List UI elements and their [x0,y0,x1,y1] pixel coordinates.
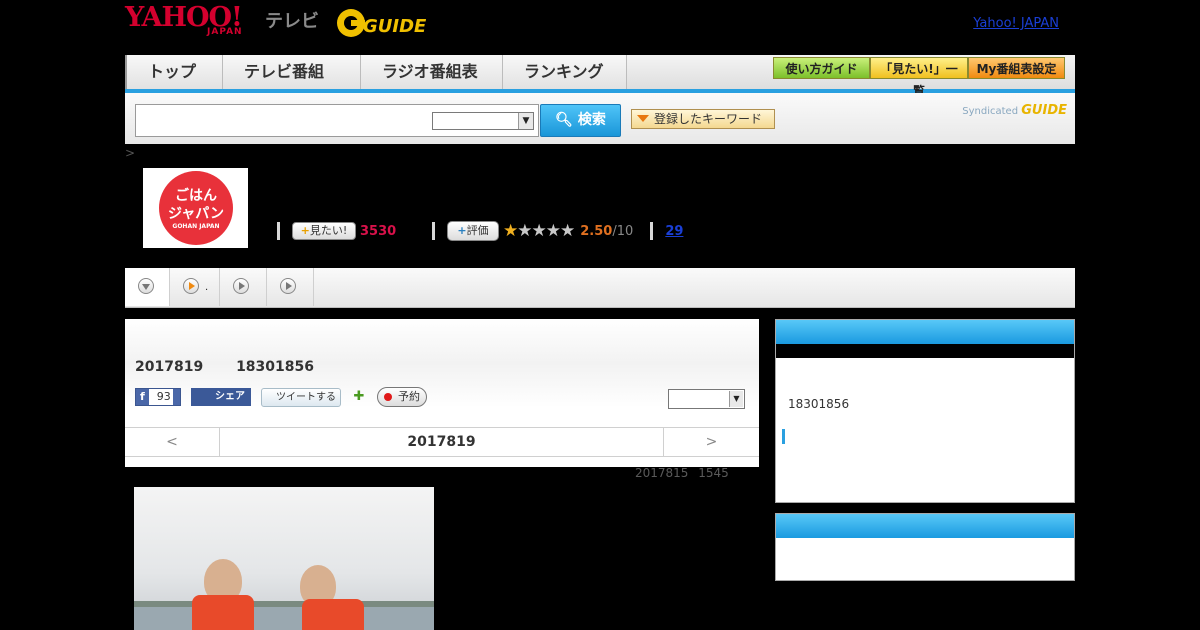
search-bar: ▼ 🔍︎ 検索 登録したキーワード Syndicated GUIDE [125,93,1075,144]
divider [650,222,654,240]
rate-button[interactable]: +評価 [447,221,499,241]
rating-value: 2.50 [580,223,613,239]
accent-bar [782,429,785,444]
subtab-1[interactable]: . [170,268,220,306]
breadcrumb: > [125,146,136,160]
tv-logo-text: テレビ [265,11,319,32]
facebook-share-button[interactable]: シェア [191,388,251,406]
subtab-3[interactable] [267,268,314,306]
updated-timestamp: 2017815 1545 [635,466,729,480]
facebook-icon: f [140,390,145,403]
usage-guide-button[interactable]: 使い方ガイド [773,57,870,79]
subtab-2[interactable] [220,268,267,306]
divider [277,222,280,240]
program-photo [134,487,434,630]
tweet-button[interactable]: ツイートする [261,387,341,407]
dropdown-icon [138,278,154,294]
add-to-calendar-icon[interactable]: ✚ [351,389,367,405]
episode-panel: 2017819 18301856 f 93 シェア ツイートする ✚ 予約 ▼ <… [125,319,759,467]
broadcast-info-box: 18301856 [775,319,1075,503]
related-box [775,513,1075,581]
syndicated-gguide-logo: Syndicated GUIDE [962,103,1067,118]
current-date: 2017819 [407,434,476,450]
search-category-select[interactable]: ▼ [432,112,534,130]
facebook-like-count: 93 [148,389,173,405]
star-icon: ★ [560,221,575,241]
star-icon: ★ [517,221,532,241]
nav-tab-top[interactable]: トップ [125,55,223,89]
reserve-button[interactable]: 予約 [377,387,427,407]
mitai-button[interactable]: +見たい! [292,222,356,240]
star-icon: ★ [545,221,561,241]
box-header [776,514,1074,538]
nav-tab-tv-schedule[interactable]: テレビ番組表 [223,55,361,115]
star-icon: ★ [531,221,547,241]
program-subtabs: . [125,268,1075,308]
yahoo-japan-logo-text: JAPAN [207,27,243,37]
gguide-logo[interactable]: GUIDE [335,6,435,40]
rating-max: /10 [612,223,634,239]
review-count-link[interactable]: 29 [665,224,683,239]
chevron-down-icon: ▼ [729,391,743,407]
search-button-label: 検索 [577,112,606,128]
global-nav: トップ テレビ番組表 ラジオ番組表 ランキング 使い方ガイド 「見たい!」一覧 … [125,55,1075,115]
next-date-button[interactable]: > [663,428,759,456]
date-navigation: < 2017819 > [125,427,759,457]
program-stats: +見たい! 3530 +評価 ★★★★★ 2.50 /10 29 [265,220,683,242]
play-icon [280,278,296,294]
search-button[interactable]: 🔍︎ 検索 [540,104,621,137]
my-schedule-settings-button[interactable]: My番組表設定 [968,57,1065,79]
rating-stars: ★★★★★ [503,221,575,241]
svg-text:GUIDE: GUIDE [363,16,427,37]
air-datetime: 2017819 18301856 [135,359,314,375]
star-icon: ★ [503,221,518,241]
box-header [776,320,1074,344]
episode-select[interactable]: ▼ [668,389,745,409]
program-thumbnail[interactable]: ごはん ジャパン GOHAN JAPAN [143,168,248,248]
chevron-down-icon: ▼ [518,113,533,129]
subtab-dropdown[interactable] [125,268,170,306]
registered-keywords-button[interactable]: 登録したキーワード [631,109,775,129]
program-logo: ごはん ジャパン GOHAN JAPAN [159,171,233,245]
social-buttons: f 93 シェア ツイートする ✚ 予約 [135,387,427,407]
plus-icon: + [300,224,310,237]
yahoo-japan-link[interactable]: Yahoo! JAPAN [973,16,1059,31]
play-icon [183,278,199,294]
play-icon [233,278,249,294]
mitai-count: 3530 [360,223,397,239]
facebook-like-button[interactable]: f 93 [135,388,181,406]
search-icon: 🔍︎ [555,112,573,128]
prev-date-button[interactable]: < [125,428,220,456]
nav-tab-radio-schedule[interactable]: ラジオ番組表 [361,55,503,89]
plus-icon: + [457,224,467,237]
divider [432,222,435,240]
nav-tab-ranking[interactable]: ランキング [503,55,627,89]
mitai-list-button[interactable]: 「見たい!」一覧 [870,57,968,98]
broadcast-time: 18301856 [788,397,850,411]
